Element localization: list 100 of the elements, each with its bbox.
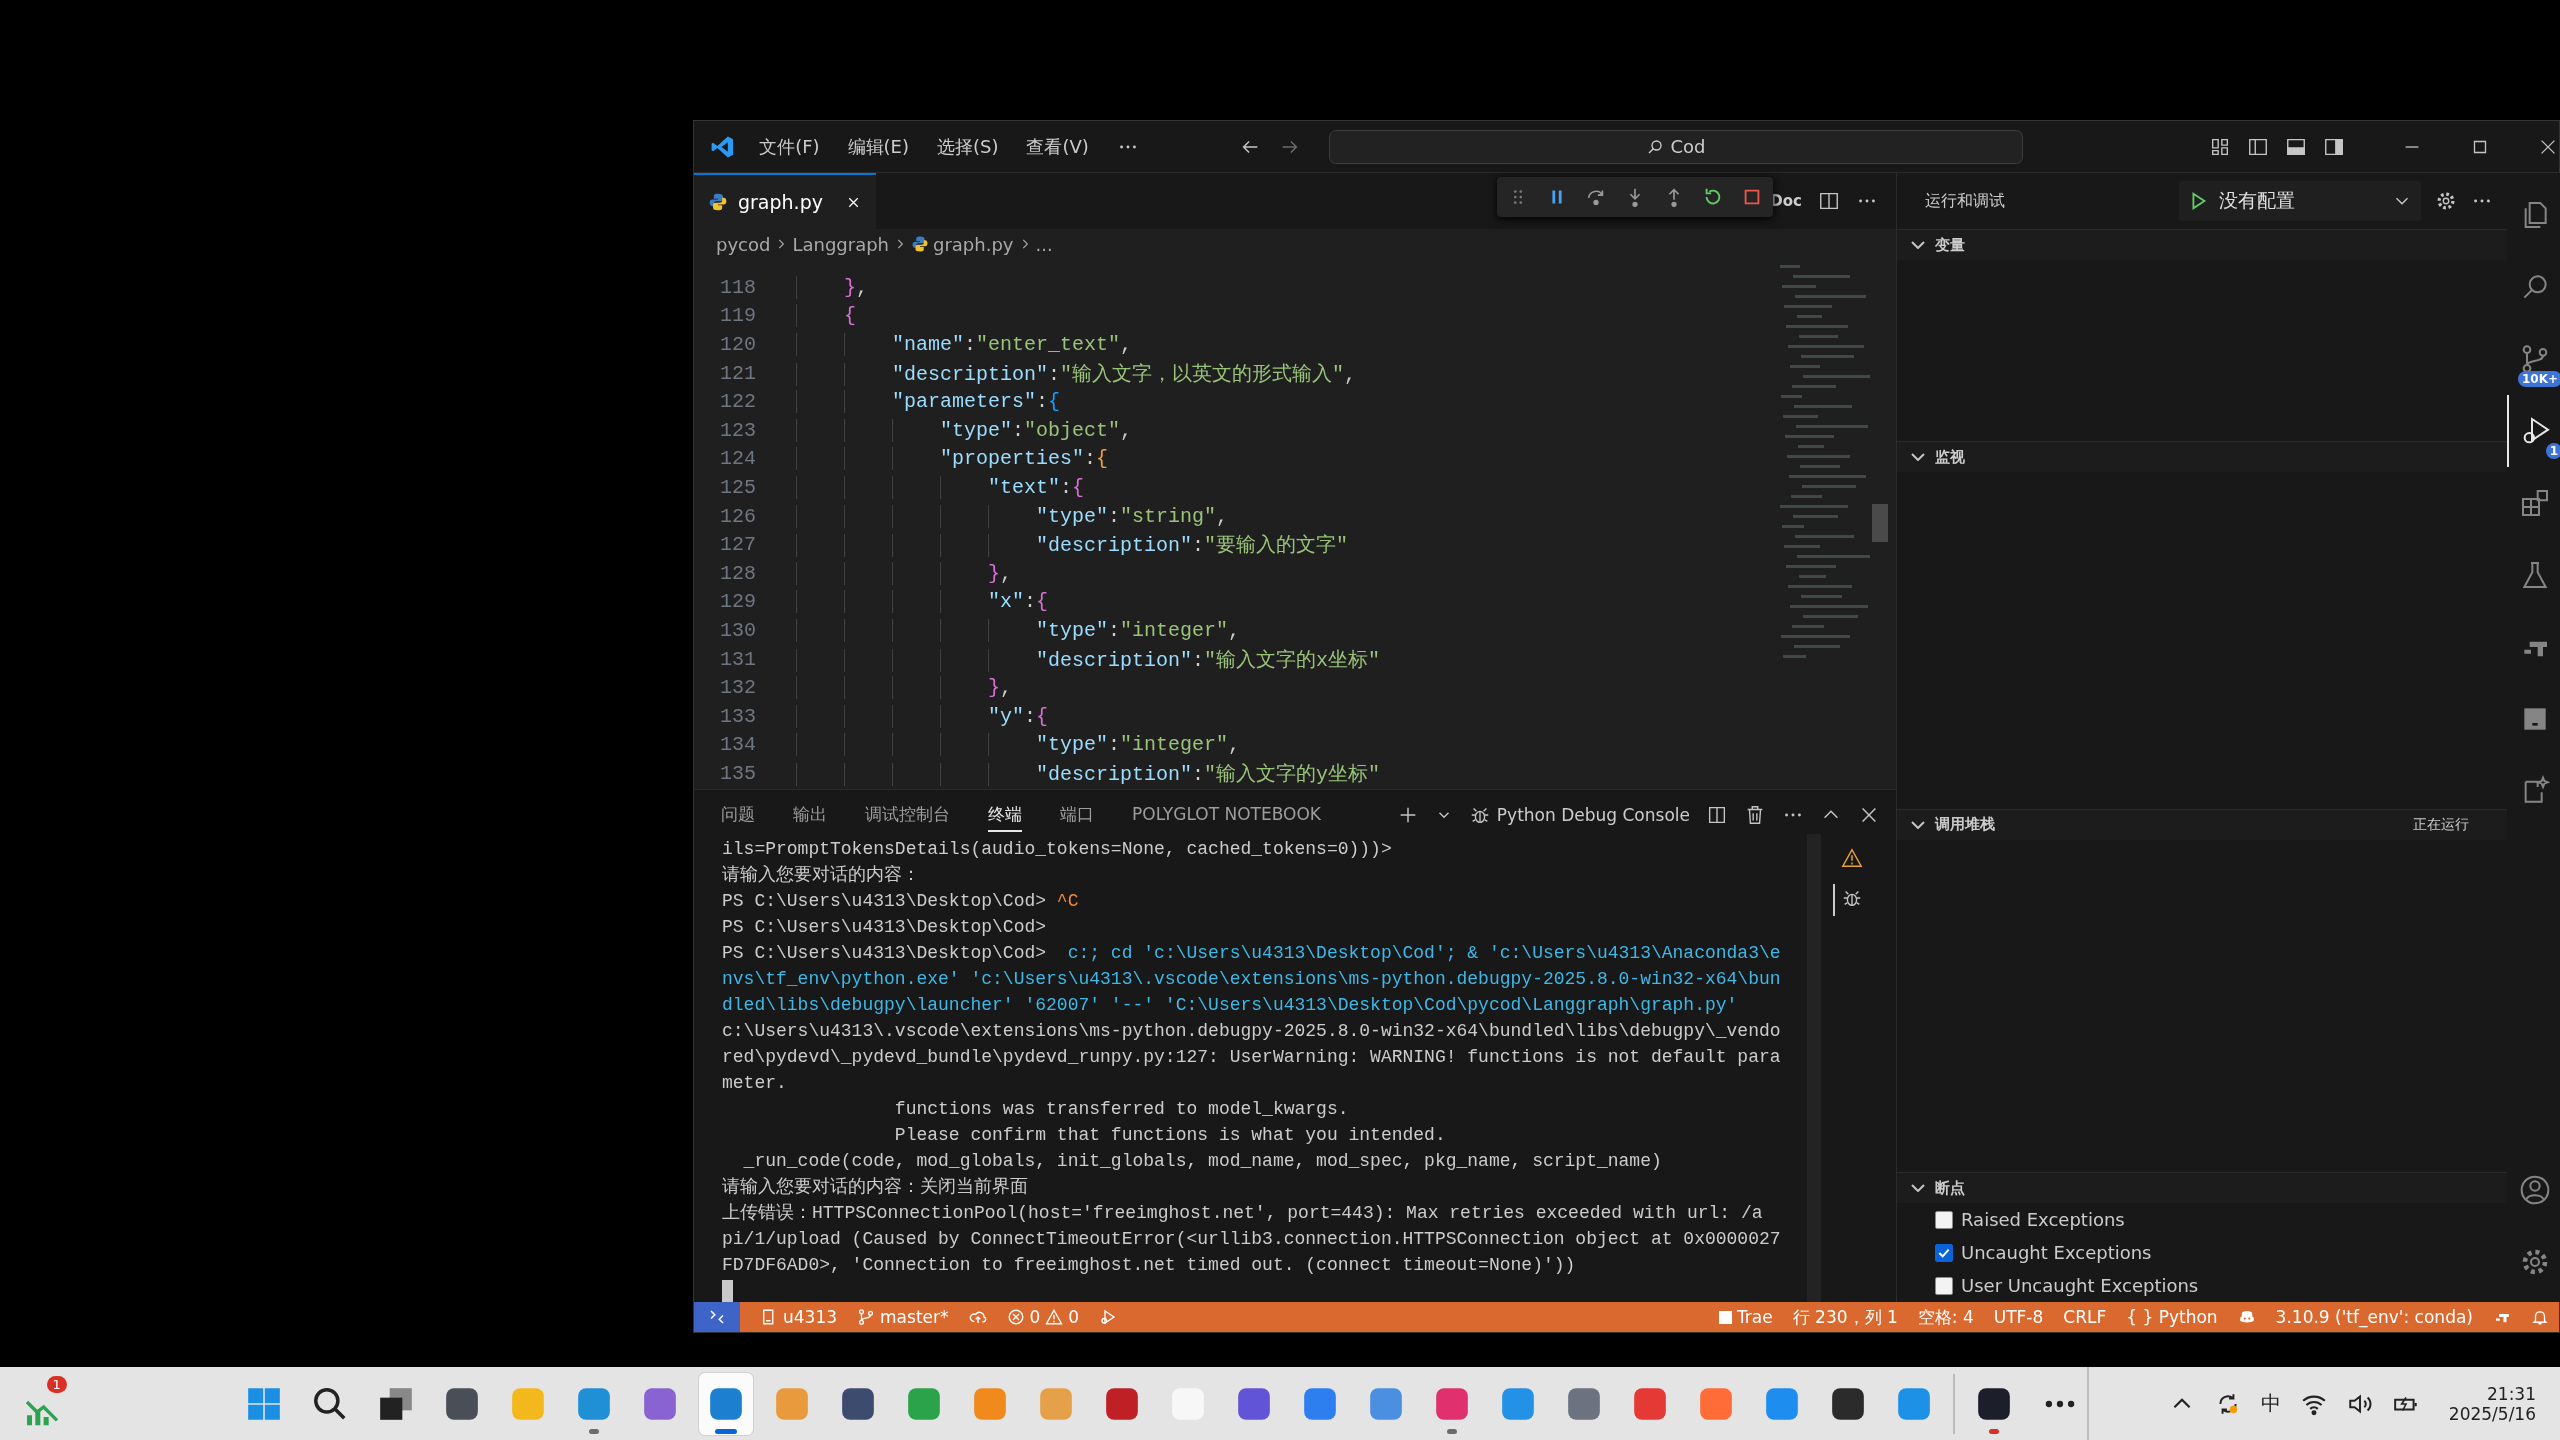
line-number: 121 (719, 361, 756, 385)
settings-icon[interactable] (2435, 190, 2457, 212)
breakpoint-label: Uncaught Exceptions (1961, 1242, 2152, 1263)
code-line: "properties":{ (796, 447, 1109, 471)
terminal-line: c:\Users\u4313\.vscode\extensions\ms-python.debugpy-2025.8.0-win32-x64\bundled\libs\debugpy\_vendo (722, 1020, 1782, 1043)
warning-icon[interactable] (1841, 847, 1863, 869)
panel-tab[interactable]: 输出 (793, 798, 827, 832)
count-badge: 10K+ (2517, 371, 2560, 387)
code-line: "description":"输入文字，以英文的形式输入", (796, 359, 1357, 387)
line-number: 126 (719, 504, 756, 528)
breakpoint-label: Raised Exceptions (1961, 1209, 2125, 1230)
sidebar-title: 运行和调试 (1925, 190, 2005, 212)
count-badge: 1 (2545, 443, 2560, 459)
terminal-line: PS C:\Users\u4313\Desktop\Cod> c:; cd 'c:\Users\u4313\Desktop\Cod'; & 'c:\Users\u4313\Anaconda3\e (722, 942, 1782, 965)
terminal-line: meter. (722, 1072, 788, 1095)
scrollbar-track[interactable] (1807, 834, 1821, 1302)
scrollbar-thumb[interactable] (1872, 504, 1888, 542)
terminal-line: dled\libs\debugpy\launcher' '62007' '--' 'C:\Users\u4313\Desktop\Cod\pycod\Langgraph\graph.py' (722, 994, 1739, 1017)
terminal-line: 请输入您要对话的内容： (722, 864, 921, 887)
breadcrumb-item[interactable]: graph.py (933, 233, 1014, 255)
menu-item[interactable]: 查看(V) (1026, 134, 1089, 159)
line-number: 125 (719, 475, 756, 499)
terminal-line: nvs\tf_env\python.exe' 'c:\Users\u4313\.vscode\extensions\ms-python.debugpy-2025.8.0-win32-x64\bun (722, 968, 1782, 991)
menu-item[interactable]: 文件(F) (759, 134, 820, 159)
terminal-line: _run_code(code, mod_globals, init_globals, mod_name, mod_spec, pkg_name, script_name) (742, 1150, 1663, 1173)
terminal-line: PS C:\Users\u4313\Desktop\Cod> (722, 916, 1048, 939)
split-terminal-icon[interactable] (1706, 804, 1728, 826)
error-icon (1006, 1308, 1025, 1326)
text-cursor (722, 1280, 733, 1302)
code-line: "y":{ (796, 704, 1049, 728)
editor-tab[interactable]: graph.py (694, 173, 876, 229)
chevron-icon (1911, 1184, 1925, 1192)
panel-tab[interactable]: 调试控制台 (865, 798, 950, 832)
python-icon (708, 192, 728, 212)
line-number: 135 (719, 761, 756, 785)
chevron-icon (1911, 820, 1925, 829)
breadcrumb-item[interactable]: pycod (716, 233, 771, 255)
terminal-line: red\pydevd\_pydevd_bundle\pydevd_runpy.py:127: UserWarning: WARNING! functions is not default para (722, 1046, 1782, 1069)
line-number: 120 (719, 333, 756, 356)
terminal-line: 请输入您要对话的内容：关闭当前界面 (722, 1176, 1029, 1199)
checkbox[interactable] (1935, 1276, 1953, 1295)
line-number: 132 (719, 676, 756, 700)
section-header[interactable]: 变量 (1897, 230, 2507, 260)
line-number: 122 (719, 390, 756, 414)
clock-time[interactable]: 21:31 (2487, 1383, 2536, 1404)
breadcrumb-item[interactable]: Langgraph (792, 233, 889, 255)
panel-tab[interactable]: 端口 (1060, 798, 1094, 832)
code-line: "x":{ (796, 590, 1049, 614)
menu-item[interactable]: 编辑(E) (847, 134, 909, 159)
code-line: "type":"object", (796, 418, 1133, 442)
section-header[interactable]: 监视 (1897, 442, 2507, 473)
code-line: "text":{ (796, 475, 1085, 499)
panel-tab[interactable]: 终端 (988, 798, 1022, 832)
terminal-line: 上传错误：HTTPSConnectionPool(host='freeimghost.net', port=443): Max retries exceeded with url: /a (722, 1202, 1764, 1225)
square-icon (1718, 1310, 1732, 1324)
error-count: 0 (1029, 1307, 1041, 1327)
line-number: 129 (719, 590, 756, 614)
terminal-dropdown[interactable]: Python Debug Console (1468, 804, 1690, 826)
line-number: 119 (719, 304, 756, 328)
search-field[interactable]: Cod (1328, 129, 2023, 164)
python-icon (911, 235, 929, 253)
notification-badge: 1 (46, 1375, 67, 1393)
line-number: 130 (719, 618, 756, 642)
split-editor-icon[interactable] (1818, 190, 1840, 212)
warning-count: 0 (1068, 1307, 1080, 1327)
code-line: "description":"输入文字的y坐标" (796, 759, 1381, 787)
account-icon[interactable] (2518, 1174, 2551, 1206)
line-number: 128 (719, 561, 756, 585)
checkbox[interactable] (1935, 1243, 1953, 1262)
breadcrumb-item[interactable]: ... (1035, 233, 1053, 255)
terminal-line: PS C:\Users\u4313\Desktop\Cod> ^C (722, 890, 1080, 913)
config-dropdown[interactable]: 没有配置 (2179, 181, 2421, 221)
code-line: "name":"enter_text", (796, 333, 1133, 356)
terminal-line: functions was transferred to model_kwargs. (893, 1098, 1350, 1121)
input-method-indicator[interactable]: 中 (2260, 1390, 2281, 1417)
line-number: 134 (719, 733, 756, 757)
terminal-line: ils=PromptTokensDetails(audio_tokens=None, cached_tokens=0)))> (722, 838, 1393, 861)
code-line: "description":"要输入的文字" (796, 531, 1349, 559)
terminal-line: pi/1/upload (Caused by ConnectTimeoutError(<urllib3.connection.HTTPSConnection object at 0x0000027 (722, 1228, 1782, 1251)
terminal-line: Please confirm that functions is what you intended. (893, 1124, 1447, 1147)
line-number: 118 (719, 275, 756, 299)
panel-tab[interactable]: 问题 (721, 798, 755, 832)
search-icon (1646, 137, 1665, 156)
bell-icon[interactable] (2531, 1308, 2549, 1326)
chevron-icon (1911, 453, 1925, 462)
line-number: 123 (719, 418, 756, 442)
chevron-icon (1911, 241, 1925, 249)
warning-icon (1045, 1308, 1064, 1326)
remote-button[interactable] (694, 1302, 740, 1332)
code-line: "description":"输入文字的x坐标" (796, 645, 1381, 673)
section-header[interactable]: 断点 (1897, 1173, 2507, 1203)
checkbox[interactable] (1935, 1210, 1953, 1229)
code-line: { (796, 304, 857, 328)
panel-tab[interactable]: POLYGLOT NOTEBOOK (1132, 800, 1321, 830)
breakpoint-label: User Uncaught Exceptions (1961, 1275, 2199, 1296)
clock-date[interactable]: 2025/5/16 (2448, 1403, 2536, 1424)
menu-item[interactable]: 选择(S) (937, 134, 999, 159)
section-header[interactable]: 调用堆栈 正在运行 (1897, 809, 2507, 840)
line-number: 131 (719, 647, 756, 671)
code-line: "parameters":{ (796, 390, 1061, 414)
